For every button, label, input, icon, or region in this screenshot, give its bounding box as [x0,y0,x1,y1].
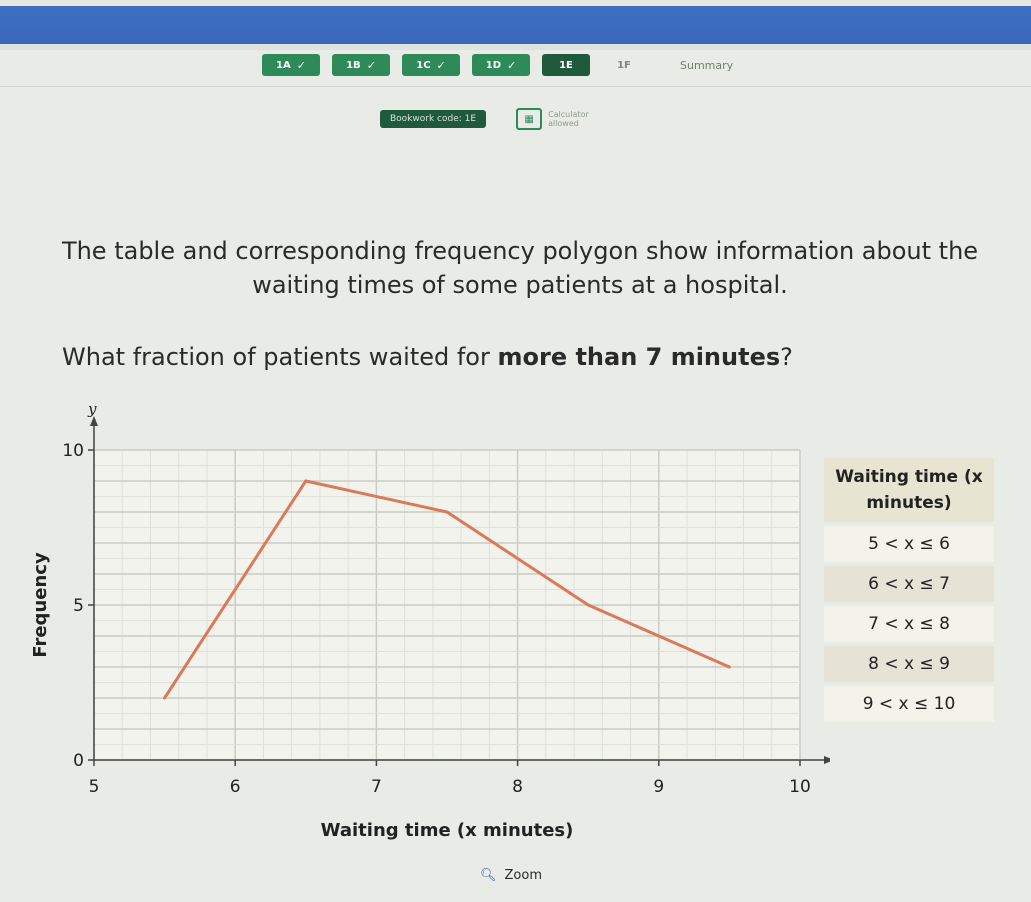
tab-1e[interactable]: 1E [542,54,590,76]
table-header: Waiting time (x minutes) [824,458,994,522]
question-text: The table and corresponding frequency po… [61,237,979,299]
table-row: 5 < x ≤ 6 [824,526,994,562]
data-point [727,665,731,669]
data-point [304,479,308,483]
tab-label: 1F [617,59,631,71]
tab-1b[interactable]: 1B ✓ [332,54,390,76]
tab-1a[interactable]: 1A ✓ [262,54,320,76]
x-tick-label: 5 [89,777,100,797]
tab-label: 1B [346,59,361,71]
prompt-bold: more than 7 minutes [497,343,781,371]
tab-1f[interactable]: 1F [602,54,646,76]
y-axis-label: Frequency [30,552,51,658]
y-tick-label: 10 [62,441,84,461]
check-icon: ✓ [366,58,376,72]
waiting-time-table: Waiting time (x minutes) 5 < x ≤ 6 6 < x … [824,458,994,722]
check-icon: ✓ [507,58,517,72]
bookwork-row: Bookwork code: 1E ▦ Calculator allowed [380,108,608,130]
x-tick-label: 7 [371,777,382,797]
x-tick-label: 8 [512,777,523,797]
tab-label: 1E [559,59,573,71]
calculator-label: Calculator allowed [548,110,589,128]
prompt-pre: What fraction of patients waited for [62,343,498,371]
y-axis-symbol: y [87,400,97,418]
x-tick-label: 9 [653,777,664,797]
zoom-label: Zoom [504,868,542,883]
question-prompt: What fraction of patients waited for mor… [62,340,982,374]
x-tick-label: 6 [230,777,241,797]
data-point [163,696,167,700]
tab-1c[interactable]: 1C ✓ [402,54,460,76]
check-icon: ✓ [296,58,306,72]
data-point [445,510,449,514]
x-tick-label: 10 [789,777,811,797]
top-bar [0,0,1031,50]
y-tick-label: 5 [73,596,84,616]
divider [0,86,1031,87]
y-tick-label: 0 [73,751,84,771]
tab-label: 1A [276,59,291,71]
tab-label: 1D [485,59,502,71]
frequency-polygon-chart: 56789100510xyWaiting time (x minutes)Fre… [0,400,849,850]
prompt-post: ? [780,343,793,371]
data-point [586,603,590,607]
x-axis-arrow [824,756,834,764]
zoom-button[interactable]: 🔍︎ Zoom [480,868,542,883]
tab-label: 1C [416,59,431,71]
calculator-allowed: ▦ Calculator allowed [516,108,608,130]
table-row: 6 < x ≤ 7 [824,566,994,602]
check-icon: ✓ [436,58,446,72]
table-row: 8 < x ≤ 9 [824,646,994,682]
x-axis-label: Waiting time (x minutes) [321,820,574,841]
summary-link[interactable]: Summary [680,59,733,72]
table-row: 7 < x ≤ 8 [824,606,994,642]
chart-svg: 56789100510xyWaiting time (x minutes)Fre… [30,400,849,841]
table-row: 9 < x ≤ 10 [824,686,994,722]
bookwork-code: Bookwork code: 1E [380,110,487,128]
tab-1d[interactable]: 1D ✓ [472,54,530,76]
calculator-icon: ▦ [516,108,543,130]
question-tabs: 1A ✓ 1B ✓ 1C ✓ 1D ✓ 1E 1F Summary [262,52,733,78]
magnifier-icon: 🔍︎ [480,868,497,883]
